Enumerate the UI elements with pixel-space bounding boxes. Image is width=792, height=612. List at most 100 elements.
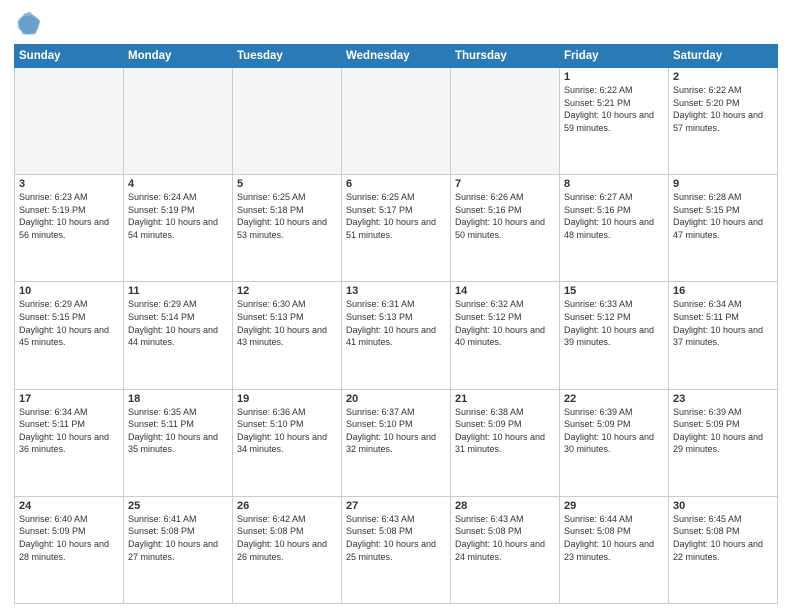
cell-info: Sunrise: 6:24 AMSunset: 5:19 PMDaylight:… (128, 191, 228, 241)
day-number: 23 (673, 393, 773, 405)
calendar-cell: 25Sunrise: 6:41 AMSunset: 5:08 PMDayligh… (124, 496, 233, 603)
calendar-cell: 18Sunrise: 6:35 AMSunset: 5:11 PMDayligh… (124, 389, 233, 496)
calendar-cell: 11Sunrise: 6:29 AMSunset: 5:14 PMDayligh… (124, 282, 233, 389)
cell-info: Sunrise: 6:37 AMSunset: 5:10 PMDaylight:… (346, 406, 446, 456)
cell-info: Sunrise: 6:29 AMSunset: 5:14 PMDaylight:… (128, 298, 228, 348)
day-number: 17 (19, 393, 119, 405)
day-number: 30 (673, 500, 773, 512)
day-number: 18 (128, 393, 228, 405)
calendar-cell: 27Sunrise: 6:43 AMSunset: 5:08 PMDayligh… (342, 496, 451, 603)
day-number: 8 (564, 178, 664, 190)
day-number: 22 (564, 393, 664, 405)
calendar-cell: 16Sunrise: 6:34 AMSunset: 5:11 PMDayligh… (669, 282, 778, 389)
cell-info: Sunrise: 6:45 AMSunset: 5:08 PMDaylight:… (673, 513, 773, 563)
day-header-tuesday: Tuesday (233, 45, 342, 68)
calendar-cell: 20Sunrise: 6:37 AMSunset: 5:10 PMDayligh… (342, 389, 451, 496)
day-number: 24 (19, 500, 119, 512)
calendar-cell: 14Sunrise: 6:32 AMSunset: 5:12 PMDayligh… (451, 282, 560, 389)
cell-info: Sunrise: 6:33 AMSunset: 5:12 PMDaylight:… (564, 298, 664, 348)
day-header-wednesday: Wednesday (342, 45, 451, 68)
calendar-cell: 15Sunrise: 6:33 AMSunset: 5:12 PMDayligh… (560, 282, 669, 389)
calendar-cell (342, 68, 451, 175)
calendar-week-3: 10Sunrise: 6:29 AMSunset: 5:15 PMDayligh… (15, 282, 778, 389)
logo-icon (14, 10, 42, 38)
day-number: 2 (673, 71, 773, 83)
day-number: 20 (346, 393, 446, 405)
calendar-cell: 6Sunrise: 6:25 AMSunset: 5:17 PMDaylight… (342, 175, 451, 282)
day-number: 1 (564, 71, 664, 83)
calendar-cell: 10Sunrise: 6:29 AMSunset: 5:15 PMDayligh… (15, 282, 124, 389)
calendar-cell: 19Sunrise: 6:36 AMSunset: 5:10 PMDayligh… (233, 389, 342, 496)
cell-info: Sunrise: 6:29 AMSunset: 5:15 PMDaylight:… (19, 298, 119, 348)
cell-info: Sunrise: 6:22 AMSunset: 5:21 PMDaylight:… (564, 84, 664, 134)
calendar-cell (124, 68, 233, 175)
day-number: 13 (346, 285, 446, 297)
day-number: 5 (237, 178, 337, 190)
day-header-monday: Monday (124, 45, 233, 68)
cell-info: Sunrise: 6:44 AMSunset: 5:08 PMDaylight:… (564, 513, 664, 563)
day-header-thursday: Thursday (451, 45, 560, 68)
calendar-cell: 30Sunrise: 6:45 AMSunset: 5:08 PMDayligh… (669, 496, 778, 603)
calendar-cell: 2Sunrise: 6:22 AMSunset: 5:20 PMDaylight… (669, 68, 778, 175)
calendar-cell: 29Sunrise: 6:44 AMSunset: 5:08 PMDayligh… (560, 496, 669, 603)
calendar-cell: 24Sunrise: 6:40 AMSunset: 5:09 PMDayligh… (15, 496, 124, 603)
cell-info: Sunrise: 6:43 AMSunset: 5:08 PMDaylight:… (346, 513, 446, 563)
cell-info: Sunrise: 6:41 AMSunset: 5:08 PMDaylight:… (128, 513, 228, 563)
calendar-week-5: 24Sunrise: 6:40 AMSunset: 5:09 PMDayligh… (15, 496, 778, 603)
calendar-cell: 26Sunrise: 6:42 AMSunset: 5:08 PMDayligh… (233, 496, 342, 603)
day-number: 16 (673, 285, 773, 297)
page: SundayMondayTuesdayWednesdayThursdayFrid… (0, 0, 792, 612)
cell-info: Sunrise: 6:27 AMSunset: 5:16 PMDaylight:… (564, 191, 664, 241)
day-number: 12 (237, 285, 337, 297)
day-number: 10 (19, 285, 119, 297)
cell-info: Sunrise: 6:40 AMSunset: 5:09 PMDaylight:… (19, 513, 119, 563)
day-number: 11 (128, 285, 228, 297)
calendar-table: SundayMondayTuesdayWednesdayThursdayFrid… (14, 44, 778, 604)
cell-info: Sunrise: 6:25 AMSunset: 5:18 PMDaylight:… (237, 191, 337, 241)
calendar-cell: 28Sunrise: 6:43 AMSunset: 5:08 PMDayligh… (451, 496, 560, 603)
cell-info: Sunrise: 6:22 AMSunset: 5:20 PMDaylight:… (673, 84, 773, 134)
day-number: 26 (237, 500, 337, 512)
calendar-cell: 17Sunrise: 6:34 AMSunset: 5:11 PMDayligh… (15, 389, 124, 496)
cell-info: Sunrise: 6:26 AMSunset: 5:16 PMDaylight:… (455, 191, 555, 241)
day-number: 9 (673, 178, 773, 190)
day-number: 14 (455, 285, 555, 297)
cell-info: Sunrise: 6:23 AMSunset: 5:19 PMDaylight:… (19, 191, 119, 241)
cell-info: Sunrise: 6:32 AMSunset: 5:12 PMDaylight:… (455, 298, 555, 348)
day-number: 21 (455, 393, 555, 405)
day-header-friday: Friday (560, 45, 669, 68)
calendar-cell: 12Sunrise: 6:30 AMSunset: 5:13 PMDayligh… (233, 282, 342, 389)
calendar-cell: 22Sunrise: 6:39 AMSunset: 5:09 PMDayligh… (560, 389, 669, 496)
day-number: 4 (128, 178, 228, 190)
calendar-header-row: SundayMondayTuesdayWednesdayThursdayFrid… (15, 45, 778, 68)
day-header-saturday: Saturday (669, 45, 778, 68)
logo (14, 10, 44, 38)
cell-info: Sunrise: 6:42 AMSunset: 5:08 PMDaylight:… (237, 513, 337, 563)
calendar-week-4: 17Sunrise: 6:34 AMSunset: 5:11 PMDayligh… (15, 389, 778, 496)
day-number: 27 (346, 500, 446, 512)
header (14, 10, 778, 38)
calendar-cell: 23Sunrise: 6:39 AMSunset: 5:09 PMDayligh… (669, 389, 778, 496)
day-number: 25 (128, 500, 228, 512)
calendar-cell: 7Sunrise: 6:26 AMSunset: 5:16 PMDaylight… (451, 175, 560, 282)
day-number: 3 (19, 178, 119, 190)
cell-info: Sunrise: 6:39 AMSunset: 5:09 PMDaylight:… (564, 406, 664, 456)
calendar-week-1: 1Sunrise: 6:22 AMSunset: 5:21 PMDaylight… (15, 68, 778, 175)
cell-info: Sunrise: 6:28 AMSunset: 5:15 PMDaylight:… (673, 191, 773, 241)
day-number: 28 (455, 500, 555, 512)
calendar-cell: 8Sunrise: 6:27 AMSunset: 5:16 PMDaylight… (560, 175, 669, 282)
cell-info: Sunrise: 6:34 AMSunset: 5:11 PMDaylight:… (19, 406, 119, 456)
day-header-sunday: Sunday (15, 45, 124, 68)
calendar-cell: 1Sunrise: 6:22 AMSunset: 5:21 PMDaylight… (560, 68, 669, 175)
cell-info: Sunrise: 6:35 AMSunset: 5:11 PMDaylight:… (128, 406, 228, 456)
cell-info: Sunrise: 6:25 AMSunset: 5:17 PMDaylight:… (346, 191, 446, 241)
cell-info: Sunrise: 6:31 AMSunset: 5:13 PMDaylight:… (346, 298, 446, 348)
cell-info: Sunrise: 6:34 AMSunset: 5:11 PMDaylight:… (673, 298, 773, 348)
day-number: 7 (455, 178, 555, 190)
calendar-cell (451, 68, 560, 175)
calendar-cell: 13Sunrise: 6:31 AMSunset: 5:13 PMDayligh… (342, 282, 451, 389)
calendar-cell: 5Sunrise: 6:25 AMSunset: 5:18 PMDaylight… (233, 175, 342, 282)
cell-info: Sunrise: 6:38 AMSunset: 5:09 PMDaylight:… (455, 406, 555, 456)
calendar-cell: 9Sunrise: 6:28 AMSunset: 5:15 PMDaylight… (669, 175, 778, 282)
cell-info: Sunrise: 6:39 AMSunset: 5:09 PMDaylight:… (673, 406, 773, 456)
